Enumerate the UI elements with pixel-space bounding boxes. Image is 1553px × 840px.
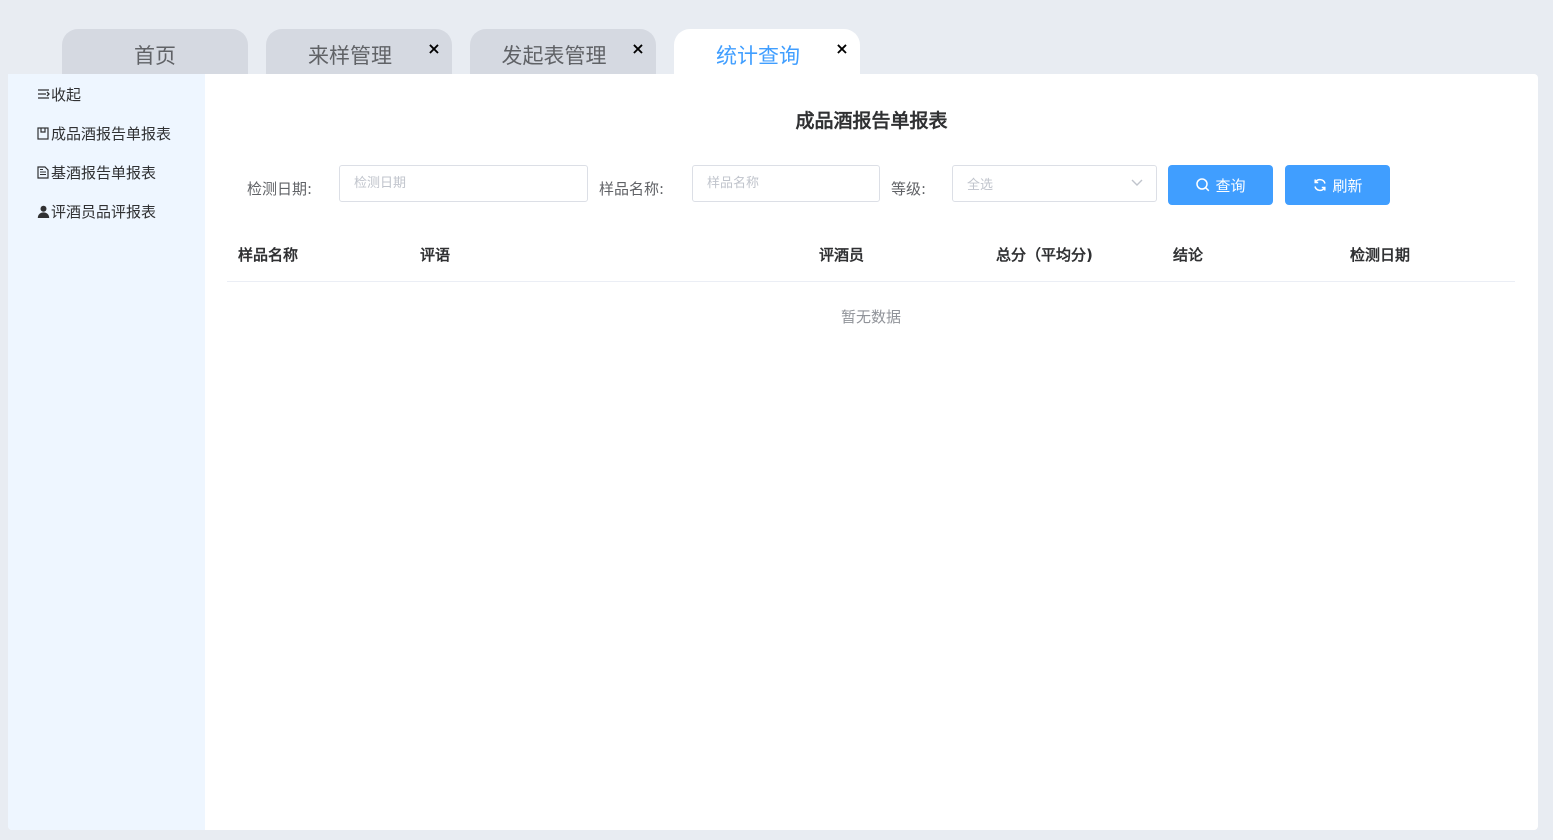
column-header-conclusion[interactable]: 结论 (1173, 244, 1203, 265)
sidebar: 收起 成品酒报告单报表 基酒报告单报表 评酒员品评报表 (8, 74, 205, 830)
sample-name-input[interactable] (692, 165, 880, 202)
table-header: 样品名称 评语 评酒员 总分（平均分) 结论 检测日期 (227, 232, 1515, 282)
main-panel: 成品酒报告单报表 检测日期: 样品名称: 等级: 全选 查询 刷新 样品 (205, 74, 1538, 830)
page-title: 成品酒报告单报表 (795, 110, 948, 132)
tab-sample-management[interactable]: 来样管理 × (266, 29, 452, 75)
query-button[interactable]: 查询 (1168, 165, 1273, 205)
sidebar-item-taster-review-report[interactable]: 评酒员品评报表 (36, 200, 156, 222)
content-frame: 收起 成品酒报告单报表 基酒报告单报表 评酒员品评报表 成品酒报告单报表 检测日… (8, 74, 1538, 830)
sidebar-item-label: 成品酒报告单报表 (51, 124, 172, 143)
tab-bar: 首页 来样管理 × 发起表管理 × 统计查询 × (0, 0, 1553, 75)
tab-label: 统计查询 (716, 44, 800, 68)
grade-label: 等级: (891, 180, 927, 198)
user-icon (36, 204, 50, 218)
close-icon[interactable]: × (630, 41, 646, 57)
query-button-label: 查询 (1215, 176, 1246, 195)
close-icon[interactable]: × (426, 41, 442, 57)
refresh-button[interactable]: 刷新 (1285, 165, 1390, 205)
sample-name-label: 样品名称: (599, 180, 665, 198)
tab-label: 来样管理 (308, 44, 392, 68)
sidebar-item-label: 评酒员品评报表 (51, 202, 157, 221)
sidebar-item-label: 基酒报告单报表 (51, 163, 157, 182)
document-icon (36, 165, 50, 179)
column-header-comment[interactable]: 评语 (420, 244, 450, 265)
refresh-button-label: 刷新 (1332, 176, 1363, 195)
sidebar-item-collapse[interactable]: 收起 (36, 83, 81, 105)
empty-state-text: 暂无数据 (840, 308, 901, 326)
collapse-icon (36, 87, 50, 101)
sidebar-item-label: 收起 (51, 85, 82, 104)
tab-statistics-query[interactable]: 统计查询 × (674, 29, 860, 75)
column-header-sample-name[interactable]: 样品名称 (238, 244, 298, 265)
column-header-test-date[interactable]: 检测日期 (1350, 244, 1410, 265)
tab-form-management[interactable]: 发起表管理 × (470, 29, 656, 75)
column-header-taster[interactable]: 评酒员 (819, 244, 864, 265)
tab-home[interactable]: 首页 (62, 29, 248, 75)
grade-select-value: 全选 (967, 178, 994, 193)
tab-label: 首页 (134, 44, 176, 68)
date-input[interactable] (339, 165, 588, 202)
refresh-icon (1312, 177, 1328, 193)
report-table: 样品名称 评语 评酒员 总分（平均分) 结论 检测日期 暂无数据 (227, 232, 1515, 326)
close-icon[interactable]: × (834, 41, 850, 57)
grade-select[interactable]: 全选 (952, 165, 1157, 202)
search-icon (1195, 177, 1211, 193)
column-header-total-score[interactable]: 总分（平均分) (996, 244, 1093, 265)
sidebar-item-base-liquor-report[interactable]: 基酒报告单报表 (36, 161, 156, 183)
date-label: 检测日期: (247, 180, 313, 198)
report-icon (36, 126, 50, 140)
tab-label: 发起表管理 (501, 44, 607, 68)
chevron-down-icon (1130, 175, 1144, 189)
sidebar-item-finished-liquor-report[interactable]: 成品酒报告单报表 (36, 122, 171, 144)
